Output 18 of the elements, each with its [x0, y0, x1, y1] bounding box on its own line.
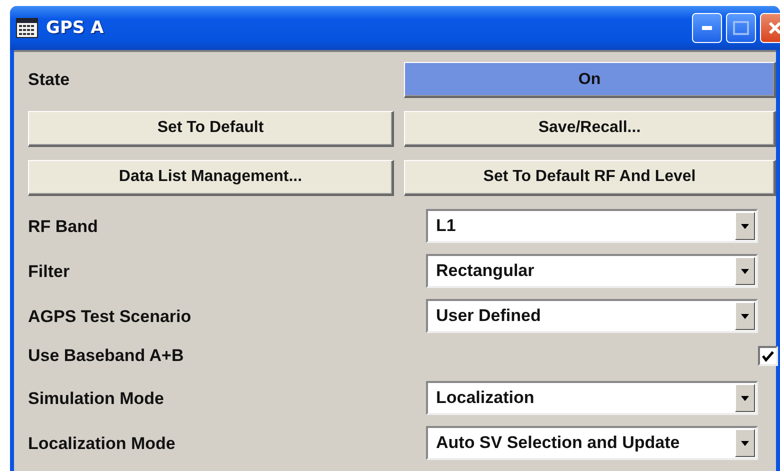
dropdown[interactable]: Auto SV Selection and Update: [426, 426, 758, 460]
dropdown[interactable]: Rectangular: [426, 254, 758, 288]
setting-label: RF Band: [28, 216, 99, 237]
dropdown[interactable]: Localization: [426, 381, 758, 415]
action-button[interactable]: Set To Default RF And Level: [404, 160, 776, 196]
state-label: State: [28, 69, 71, 90]
action-button[interactable]: Save/Recall...: [404, 110, 776, 147]
window-title: GPS A: [46, 18, 104, 38]
setting-label: Localization Mode: [28, 433, 176, 454]
dropdown[interactable]: L1: [426, 208, 758, 243]
setting-label: Simulation Mode: [28, 388, 165, 409]
action-button[interactable]: Set To Default: [28, 110, 394, 147]
state-toggle[interactable]: On: [404, 62, 776, 98]
setting-label: Use Baseband A+B: [28, 344, 185, 366]
dropdown[interactable]: User Defined: [426, 298, 758, 333]
setting-label: Filter: [28, 260, 71, 282]
setting-label: AGPS Test Scenario: [28, 306, 192, 327]
action-button[interactable]: Data List Management...: [28, 160, 394, 196]
